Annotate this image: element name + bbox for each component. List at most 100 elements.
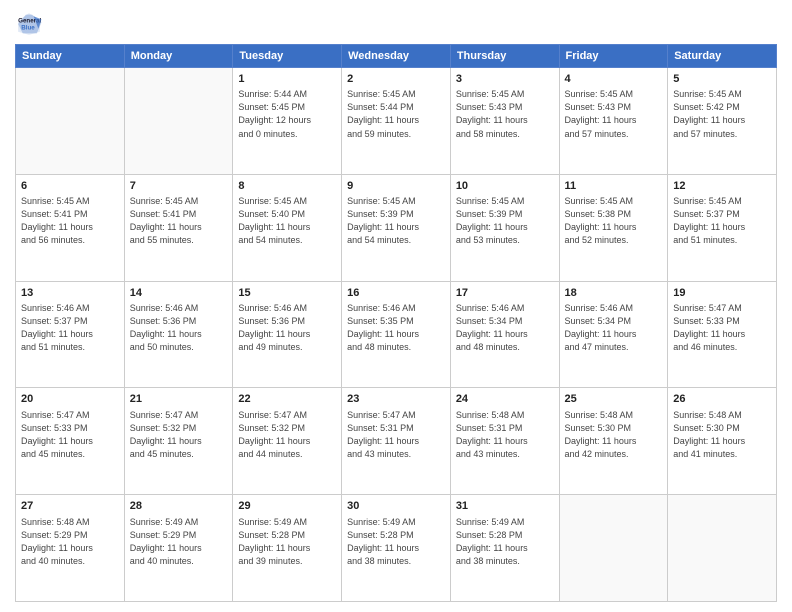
calendar-cell: 9Sunrise: 5:45 AM Sunset: 5:39 PM Daylig…	[342, 174, 451, 281]
day-number: 13	[21, 286, 119, 301]
page: General Blue SundayMondayTuesdayWednesda…	[0, 0, 792, 612]
day-number: 2	[347, 72, 445, 87]
weekday-header: Sunday	[16, 45, 125, 68]
logo-icon: General Blue	[15, 10, 43, 38]
calendar-cell: 18Sunrise: 5:46 AM Sunset: 5:34 PM Dayli…	[559, 281, 668, 388]
day-info: Sunrise: 5:45 AM Sunset: 5:43 PM Dayligh…	[456, 88, 554, 140]
calendar-body: 1Sunrise: 5:44 AM Sunset: 5:45 PM Daylig…	[16, 68, 777, 602]
day-info: Sunrise: 5:45 AM Sunset: 5:42 PM Dayligh…	[673, 88, 771, 140]
weekday-header: Wednesday	[342, 45, 451, 68]
day-number: 20	[21, 392, 119, 407]
day-info: Sunrise: 5:47 AM Sunset: 5:33 PM Dayligh…	[673, 302, 771, 354]
calendar-cell: 23Sunrise: 5:47 AM Sunset: 5:31 PM Dayli…	[342, 388, 451, 495]
calendar-cell: 15Sunrise: 5:46 AM Sunset: 5:36 PM Dayli…	[233, 281, 342, 388]
day-number: 24	[456, 392, 554, 407]
calendar-cell: 29 Sunrise: 5:49 AM Sunset: 5:28 PM Dayli…	[233, 495, 342, 602]
calendar-cell: 13Sunrise: 5:46 AM Sunset: 5:37 PM Dayli…	[16, 281, 125, 388]
day-number: 19	[673, 286, 771, 301]
calendar-cell: 3Sunrise: 5:45 AM Sunset: 5:43 PM Daylig…	[450, 68, 559, 175]
day-info: Sunrise: 5:45 AM Sunset: 5:43 PM Dayligh…	[565, 88, 663, 140]
day-number: 7	[130, 179, 228, 194]
day-number: 14	[130, 286, 228, 301]
day-info: Sunrise: 5:48 AM Sunset: 5:30 PM Dayligh…	[565, 409, 663, 461]
day-info: Sunrise: 5:45 AM Sunset: 5:38 PM Dayligh…	[565, 195, 663, 247]
day-info: Sunrise: 5:48 AM Sunset: 5:30 PM Dayligh…	[673, 409, 771, 461]
calendar-cell: 5Sunrise: 5:45 AM Sunset: 5:42 PM Daylig…	[668, 68, 777, 175]
calendar-cell: 22Sunrise: 5:47 AM Sunset: 5:32 PM Dayli…	[233, 388, 342, 495]
day-number: 26	[673, 392, 771, 407]
calendar-week-row: 13Sunrise: 5:46 AM Sunset: 5:37 PM Dayli…	[16, 281, 777, 388]
svg-text:Blue: Blue	[21, 24, 35, 31]
day-number: 1	[238, 72, 336, 87]
calendar-week-row: 6Sunrise: 5:45 AM Sunset: 5:41 PM Daylig…	[16, 174, 777, 281]
day-info: Sunrise: 5:49 AM Sunset: 5:28 PM Dayligh…	[238, 516, 336, 568]
day-info: Sunrise: 5:48 AM Sunset: 5:29 PM Dayligh…	[21, 516, 119, 568]
calendar-week-row: 20 Sunrise: 5:47 AM Sunset: 5:33 PM Dayli…	[16, 388, 777, 495]
day-number: 28	[130, 499, 228, 514]
calendar-cell: 20 Sunrise: 5:47 AM Sunset: 5:33 PM Dayli…	[16, 388, 125, 495]
day-number: 6	[21, 179, 119, 194]
calendar-cell: 14Sunrise: 5:46 AM Sunset: 5:36 PM Dayli…	[124, 281, 233, 388]
calendar-cell	[668, 495, 777, 602]
day-info: Sunrise: 5:46 AM Sunset: 5:37 PM Dayligh…	[21, 302, 119, 354]
day-number: 8	[238, 179, 336, 194]
day-info: Sunrise: 5:44 AM Sunset: 5:45 PM Dayligh…	[238, 88, 336, 140]
calendar-cell	[559, 495, 668, 602]
calendar-cell: 27 Sunrise: 5:48 AM Sunset: 5:29 PM Dayli…	[16, 495, 125, 602]
logo: General Blue	[15, 10, 47, 38]
day-number: 23	[347, 392, 445, 407]
day-number: 22	[238, 392, 336, 407]
weekday-header: Tuesday	[233, 45, 342, 68]
day-number: 31	[456, 499, 554, 514]
calendar-cell: 6Sunrise: 5:45 AM Sunset: 5:41 PM Daylig…	[16, 174, 125, 281]
calendar-cell: 16Sunrise: 5:46 AM Sunset: 5:35 PM Dayli…	[342, 281, 451, 388]
calendar-cell: 17Sunrise: 5:46 AM Sunset: 5:34 PM Dayli…	[450, 281, 559, 388]
day-number: 21	[130, 392, 228, 407]
calendar-cell: 31 Sunrise: 5:49 AM Sunset: 5:28 PM Dayli…	[450, 495, 559, 602]
day-number: 17	[456, 286, 554, 301]
calendar-cell: 12Sunrise: 5:45 AM Sunset: 5:37 PM Dayli…	[668, 174, 777, 281]
day-info: Sunrise: 5:47 AM Sunset: 5:33 PM Dayligh…	[21, 409, 119, 461]
calendar-cell: 10Sunrise: 5:45 AM Sunset: 5:39 PM Dayli…	[450, 174, 559, 281]
day-info: Sunrise: 5:45 AM Sunset: 5:40 PM Dayligh…	[238, 195, 336, 247]
day-info: Sunrise: 5:46 AM Sunset: 5:34 PM Dayligh…	[565, 302, 663, 354]
calendar-cell: 24 Sunrise: 5:48 AM Sunset: 5:31 PM Dayli…	[450, 388, 559, 495]
day-info: Sunrise: 5:49 AM Sunset: 5:28 PM Dayligh…	[456, 516, 554, 568]
day-number: 25	[565, 392, 663, 407]
weekday-header: Saturday	[668, 45, 777, 68]
day-info: Sunrise: 5:45 AM Sunset: 5:41 PM Dayligh…	[130, 195, 228, 247]
day-number: 27	[21, 499, 119, 514]
calendar-cell: 4Sunrise: 5:45 AM Sunset: 5:43 PM Daylig…	[559, 68, 668, 175]
day-number: 9	[347, 179, 445, 194]
day-info: Sunrise: 5:46 AM Sunset: 5:34 PM Dayligh…	[456, 302, 554, 354]
day-number: 3	[456, 72, 554, 87]
day-info: Sunrise: 5:45 AM Sunset: 5:41 PM Dayligh…	[21, 195, 119, 247]
day-number: 30	[347, 499, 445, 514]
calendar-table: SundayMondayTuesdayWednesdayThursdayFrid…	[15, 44, 777, 602]
calendar-cell: 21Sunrise: 5:47 AM Sunset: 5:32 PM Dayli…	[124, 388, 233, 495]
calendar-week-row: 1Sunrise: 5:44 AM Sunset: 5:45 PM Daylig…	[16, 68, 777, 175]
day-info: Sunrise: 5:45 AM Sunset: 5:39 PM Dayligh…	[347, 195, 445, 247]
day-info: Sunrise: 5:45 AM Sunset: 5:39 PM Dayligh…	[456, 195, 554, 247]
day-number: 18	[565, 286, 663, 301]
calendar-cell: 30Sunrise: 5:49 AM Sunset: 5:28 PM Dayli…	[342, 495, 451, 602]
calendar-cell	[124, 68, 233, 175]
day-number: 4	[565, 72, 663, 87]
weekday-header: Thursday	[450, 45, 559, 68]
weekday-header: Monday	[124, 45, 233, 68]
day-info: Sunrise: 5:49 AM Sunset: 5:29 PM Dayligh…	[130, 516, 228, 568]
day-info: Sunrise: 5:46 AM Sunset: 5:36 PM Dayligh…	[238, 302, 336, 354]
day-info: Sunrise: 5:48 AM Sunset: 5:31 PM Dayligh…	[456, 409, 554, 461]
calendar-cell	[16, 68, 125, 175]
calendar-week-row: 27 Sunrise: 5:48 AM Sunset: 5:29 PM Dayli…	[16, 495, 777, 602]
calendar-cell: 8Sunrise: 5:45 AM Sunset: 5:40 PM Daylig…	[233, 174, 342, 281]
day-number: 11	[565, 179, 663, 194]
calendar-cell: 19Sunrise: 5:47 AM Sunset: 5:33 PM Dayli…	[668, 281, 777, 388]
calendar-cell: 26 Sunrise: 5:48 AM Sunset: 5:30 PM Dayli…	[668, 388, 777, 495]
day-number: 29	[238, 499, 336, 514]
calendar-cell: 1Sunrise: 5:44 AM Sunset: 5:45 PM Daylig…	[233, 68, 342, 175]
calendar-cell: 11Sunrise: 5:45 AM Sunset: 5:38 PM Dayli…	[559, 174, 668, 281]
day-info: Sunrise: 5:45 AM Sunset: 5:44 PM Dayligh…	[347, 88, 445, 140]
day-number: 12	[673, 179, 771, 194]
header: General Blue	[15, 10, 777, 38]
